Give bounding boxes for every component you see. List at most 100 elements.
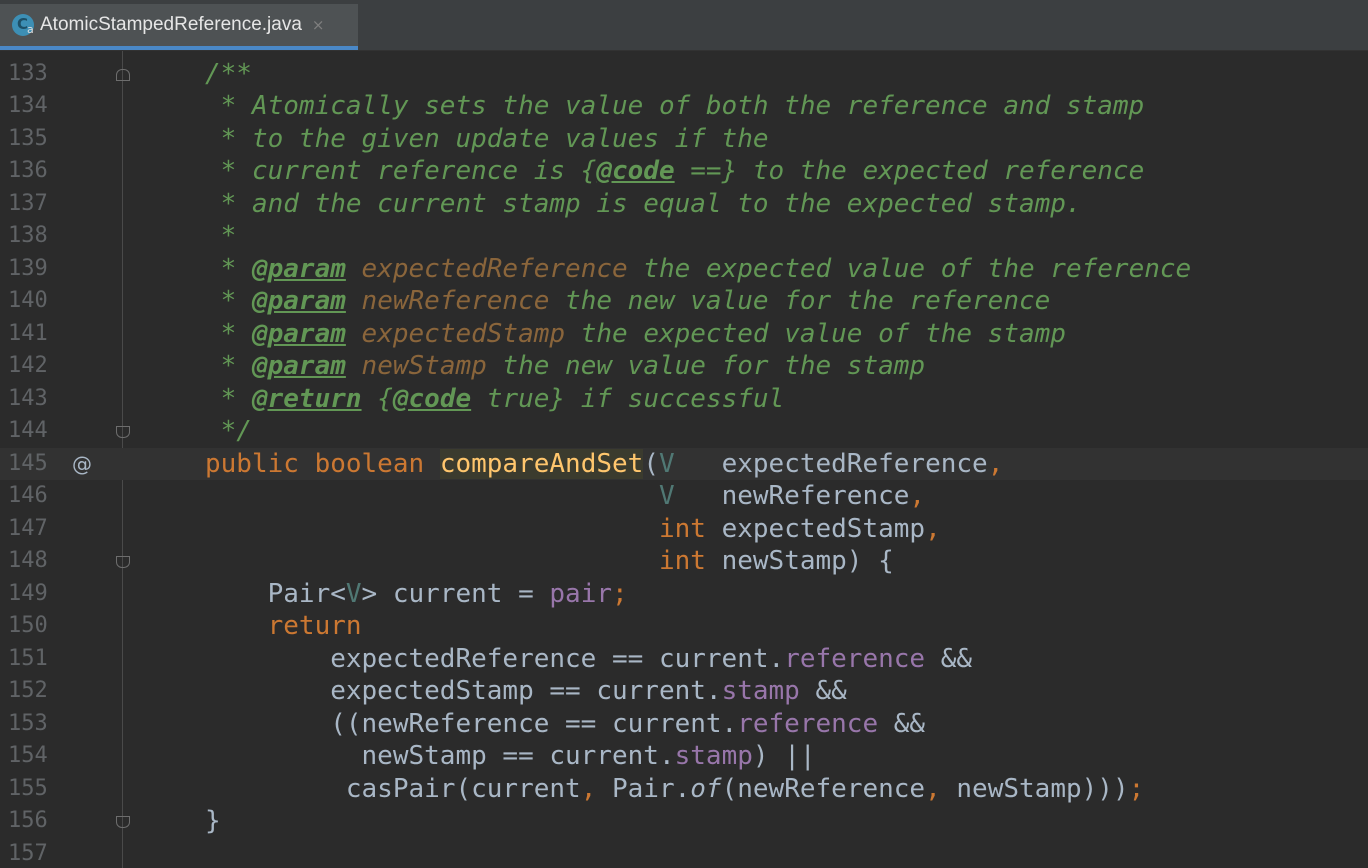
code-token: the new value for the stamp — [486, 351, 926, 381]
line-number[interactable]: 148 — [8, 545, 48, 578]
code-token: } — [205, 806, 221, 836]
code-line[interactable]: 155 casPair(current, Pair.of(newReferenc… — [0, 773, 1368, 806]
line-number[interactable]: 152 — [8, 675, 48, 708]
line-number[interactable]: 151 — [8, 643, 48, 676]
code-line[interactable]: 143 * @return {@code true} if successful — [0, 383, 1368, 416]
code-token: && — [925, 643, 973, 674]
code-text: * Atomically sets the value of both the … — [205, 90, 1145, 123]
code-line[interactable]: 157 — [0, 838, 1368, 868]
code-text: public boolean compareAndSet(V expectedR… — [205, 448, 1003, 481]
fold-toggle-icon[interactable] — [116, 556, 130, 568]
line-number[interactable]: 135 — [8, 123, 48, 156]
code-token: expectedStamp — [361, 318, 566, 349]
line-number[interactable]: 144 — [8, 415, 48, 448]
code-token: > current = — [361, 578, 550, 609]
code-text: */ — [205, 415, 252, 448]
code-token: the expected value of the stamp — [565, 318, 1066, 349]
code-token: newReference — [674, 481, 910, 511]
code-token: V — [658, 481, 675, 511]
close-icon[interactable]: × — [312, 16, 325, 34]
line-number[interactable]: 143 — [8, 383, 48, 416]
code-line[interactable]: 137 * and the current stamp is equal to … — [0, 188, 1368, 221]
code-line[interactable]: 148 int newStamp) { — [0, 545, 1368, 578]
line-number[interactable]: 154 — [8, 740, 48, 773]
code-token: , — [925, 513, 941, 544]
line-number[interactable]: 150 — [8, 610, 48, 643]
code-token: newStamp — [361, 351, 487, 381]
code-token: * — [205, 351, 252, 381]
line-number[interactable]: 145 — [8, 448, 48, 481]
code-token: Pair< — [205, 578, 346, 609]
code-line[interactable]: 149 Pair<V> current = pair; — [0, 578, 1368, 611]
line-number[interactable]: 141 — [8, 318, 48, 351]
ide-window: AtomicStampedReference.java × 132133/**1… — [0, 0, 1368, 868]
line-number[interactable]: 157 — [8, 838, 48, 868]
line-number[interactable]: 147 — [8, 513, 48, 546]
code-token: newStamp == current. — [205, 741, 675, 771]
code-token: int — [658, 513, 722, 544]
file-tab[interactable]: AtomicStampedReference.java × — [0, 4, 358, 50]
code-text: * @param expectedReference the expected … — [205, 253, 1192, 286]
code-token: * and the current stamp is equal to the … — [205, 188, 1082, 219]
fold-toggle-icon[interactable] — [116, 68, 130, 81]
code-token: * to the given update values if the — [205, 123, 769, 154]
code-text: int expectedStamp, — [205, 513, 941, 546]
code-line[interactable]: 146 V newReference, — [0, 480, 1368, 513]
code-line[interactable]: 133 /** — [0, 58, 1368, 91]
code-line[interactable]: 144 */ — [0, 415, 1368, 448]
code-token: , — [909, 481, 926, 511]
code-line[interactable]: 154 newStamp == current.stamp) || — [0, 740, 1368, 773]
code-token: && — [878, 708, 926, 739]
code-text: * @param newStamp the new value for the … — [205, 350, 925, 383]
code-line[interactable]: 139 * @param expectedReference the expec… — [0, 253, 1368, 286]
code-line[interactable]: 150 return — [0, 610, 1368, 643]
line-number[interactable]: 156 — [8, 805, 48, 838]
code-line[interactable]: 145 @ public boolean compareAndSet(V expec… — [0, 447, 1368, 481]
code-token: expectedReference — [361, 253, 628, 284]
code-text: * @param expectedStamp the expected valu… — [205, 318, 1066, 351]
line-number[interactable]: 134 — [8, 90, 48, 123]
code-line[interactable]: 134 * Atomically sets the value of both … — [0, 90, 1368, 123]
code-line[interactable]: 152 expectedStamp == current.stamp && — [0, 675, 1368, 708]
code-text: } — [205, 805, 221, 838]
line-number[interactable]: 146 — [8, 480, 48, 513]
code-line[interactable]: 147 int expectedStamp, — [0, 513, 1368, 546]
code-token: casPair(current — [205, 773, 581, 804]
line-number[interactable]: 149 — [8, 578, 48, 611]
code-text: return — [205, 610, 362, 643]
line-number[interactable]: 136 — [8, 155, 48, 188]
code-line[interactable]: 136 * current reference is {@code ==} to… — [0, 155, 1368, 188]
code-line[interactable]: 151 expectedReference == current.referen… — [0, 643, 1368, 676]
line-number[interactable]: 142 — [8, 350, 48, 383]
code-token: pair — [549, 578, 613, 609]
code-text: expectedReference == current.reference &… — [205, 643, 972, 676]
code-token: newStamp))) — [956, 773, 1129, 804]
fold-toggle-icon[interactable] — [116, 426, 130, 438]
code-line[interactable]: 138 * — [0, 220, 1368, 253]
line-number[interactable]: 138 — [8, 220, 48, 253]
line-number[interactable]: 153 — [8, 708, 48, 741]
line-number[interactable]: 133 — [8, 58, 48, 91]
code-line[interactable]: 156} — [0, 805, 1368, 838]
code-text: * current reference is {@code ==} to the… — [205, 155, 1145, 188]
line-number[interactable]: 155 — [8, 773, 48, 806]
code-line[interactable]: 142 * @param newStamp the new value for … — [0, 350, 1368, 383]
code-token: compareAndSet — [439, 448, 644, 479]
code-token: */ — [205, 416, 252, 446]
code-token: expectedReference == current. — [205, 643, 785, 674]
code-line[interactable]: 141 * @param expectedStamp the expected … — [0, 318, 1368, 351]
code-line[interactable]: 153 ((newReference == current.reference … — [0, 708, 1368, 741]
code-text: ((newReference == current.reference && — [205, 708, 925, 741]
code-line[interactable]: 140 * @param newReference the new value … — [0, 285, 1368, 318]
fold-toggle-icon[interactable] — [116, 816, 130, 828]
line-number[interactable]: 137 — [8, 188, 48, 221]
line-number[interactable]: 140 — [8, 285, 48, 318]
code-editor[interactable]: 132133/**134 * Atomically sets the value… — [0, 51, 1368, 868]
code-line[interactable]: 135 * to the given update values if the — [0, 123, 1368, 156]
override-marker-icon[interactable]: @ — [72, 448, 92, 481]
code-token: , — [580, 773, 612, 804]
code-token: the expected value of the reference — [627, 253, 1192, 284]
line-number[interactable]: 139 — [8, 253, 48, 286]
